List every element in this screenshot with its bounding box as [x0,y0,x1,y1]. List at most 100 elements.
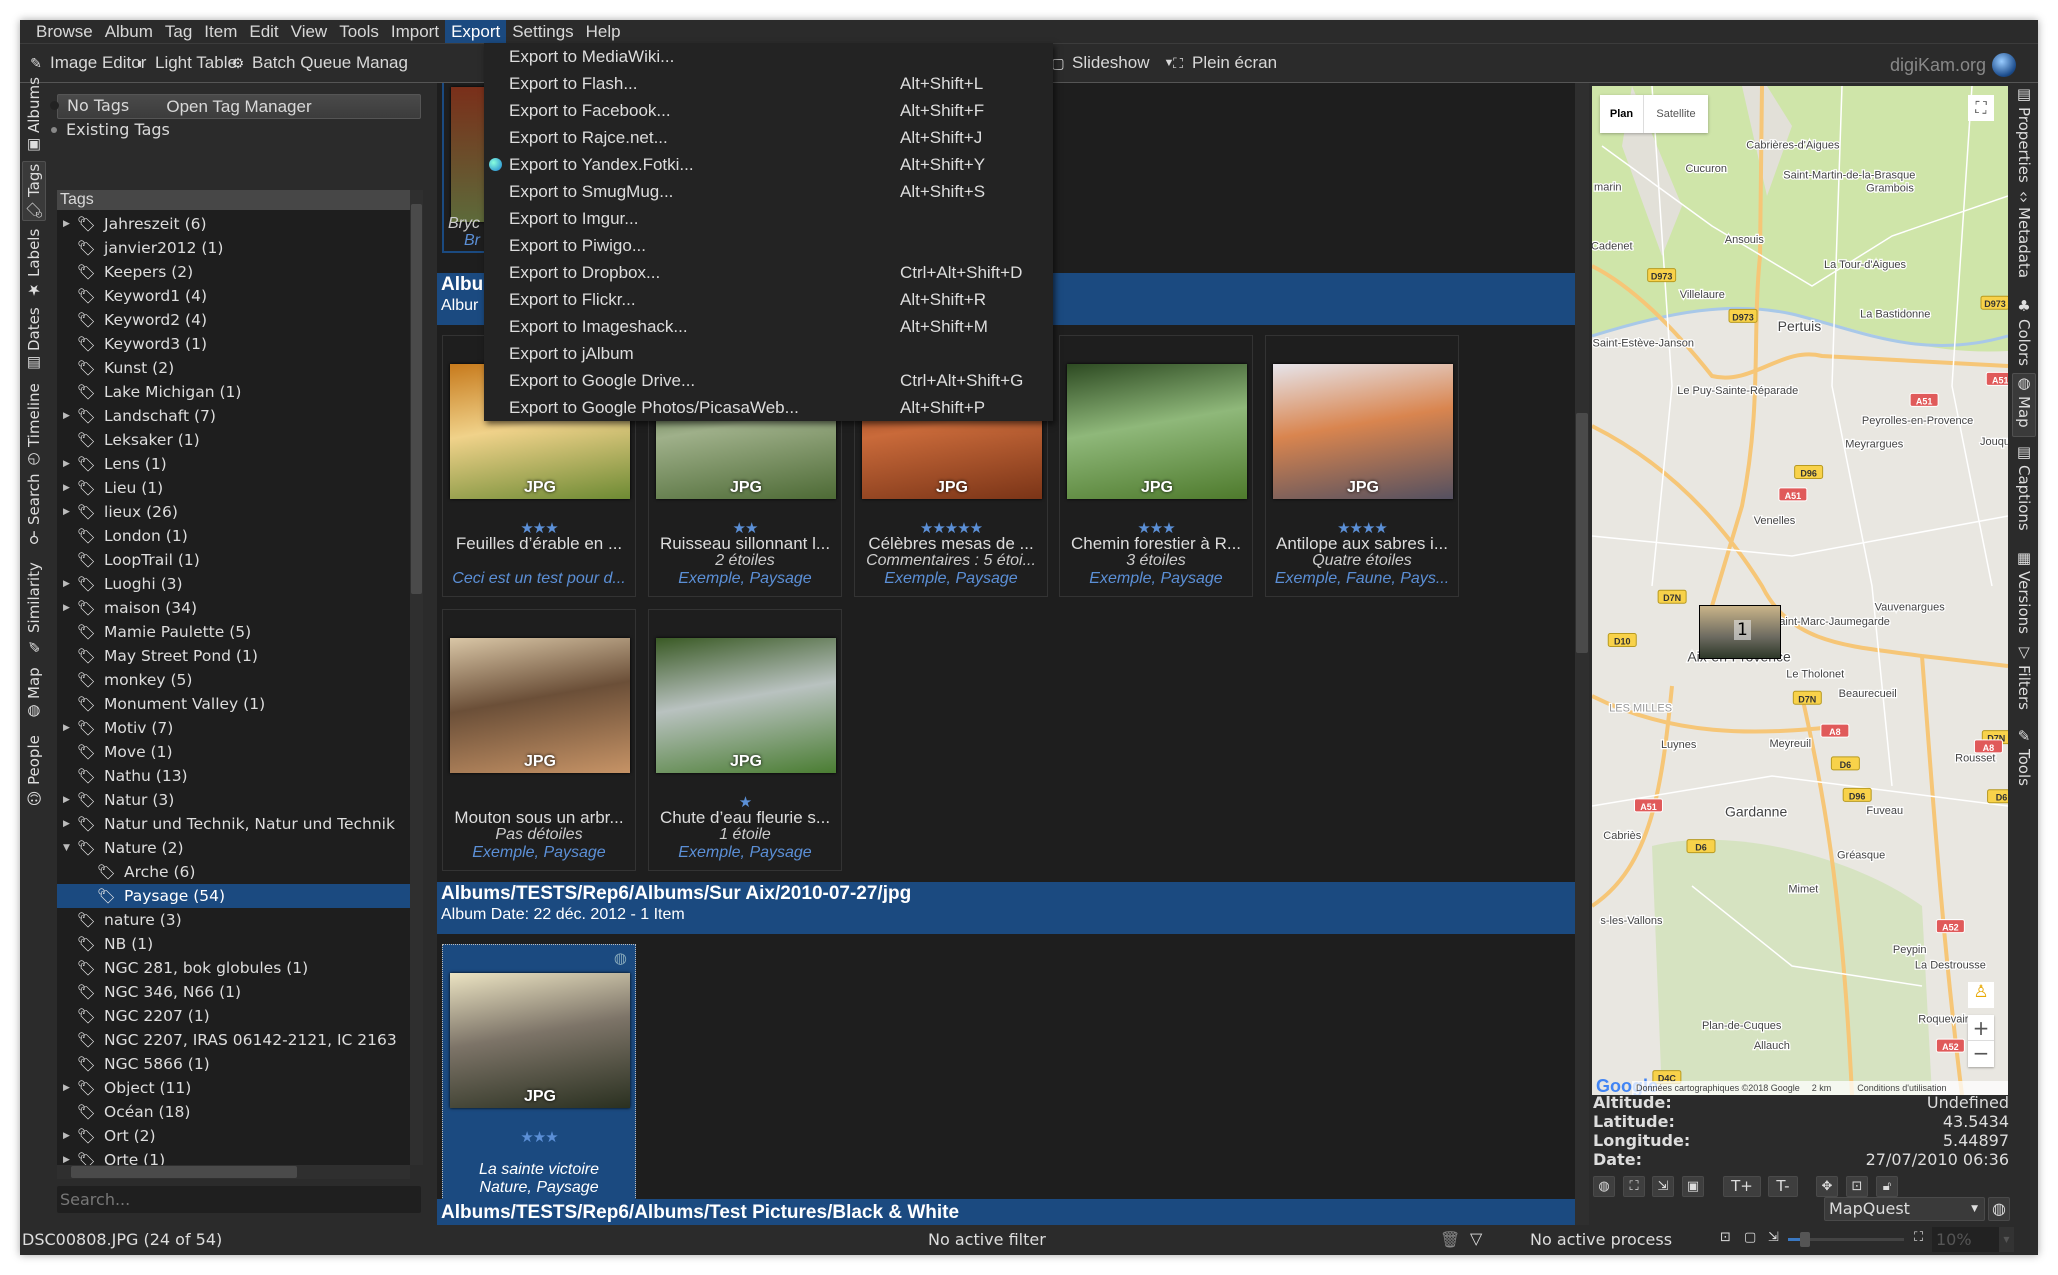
tag-item[interactable]: 🏷︎ Keyword3 (1) [57,332,412,356]
menu-album[interactable]: Album [99,20,159,43]
map-photo-marker[interactable]: 1 [1699,605,1781,659]
tag-item[interactable]: 🏷︎ Océan (18) [57,1100,412,1124]
scrollbar-thumb[interactable] [71,1166,297,1178]
tag-item[interactable]: 🏷︎ NGC 5866 (1) [57,1052,412,1076]
rating-stars[interactable]: ★★★ [443,1128,635,1146]
text-larger-button[interactable]: T+ [1723,1176,1761,1197]
menu-item[interactable]: Export to Flickr... Alt+Shift+R [484,286,1053,313]
menu-item[interactable]: Export to Facebook... Alt+Shift+F [484,97,1053,124]
tag-item[interactable]: ▶ 🏷︎ lieux (26) [57,500,412,524]
existing-tags-option[interactable]: Existing Tags [50,120,170,139]
left-tab-map[interactable]: ◍ Map [22,661,46,721]
thumbnail-card[interactable]: JPG ★★★★ Antilope aux sabres i... Quatre ét… [1265,335,1459,597]
menu-item[interactable]: Export to Dropbox... Ctrl+Alt+Shift+D [484,259,1053,286]
zoom-shrink-icon[interactable]: ⇲ [1768,1230,1779,1245]
tag-item[interactable]: ▶ 🏷︎ Lieu (1) [57,476,412,500]
tag-item[interactable]: 🏷︎ LoopTrail (1) [57,548,412,572]
album-header[interactable]: Albums/TESTS/Rep6/Albums/Test Pictures/B… [437,1199,1575,1225]
tag-item[interactable]: 🏷︎ May Street Pond (1) [57,644,412,668]
tag-item[interactable]: 🏷︎ NGC 281, bok globules (1) [57,956,412,980]
left-tab-search[interactable]: ⚲ Search [22,473,46,547]
menu-item[interactable]: Export to Yandex.Fotki... Alt+Shift+Y [484,151,1053,178]
right-tab-colors[interactable]: ♣ Colors [2012,297,2036,367]
tag-item[interactable]: 🏷︎ Kunst (2) [57,356,412,380]
menu-tools[interactable]: Tools [333,20,385,43]
tag-item[interactable]: 🏷︎ Move (1) [57,740,412,764]
light-table-button[interactable]: ◐ Light Table [133,53,237,73]
thumbnail-card[interactable]: JPG ★ Chute d’eau fleurie s... 1 étoile Exem… [648,609,842,871]
tag-item[interactable]: 🏷︎ janvier2012 (1) [57,236,412,260]
tag-item[interactable]: 🏷︎ monkey (5) [57,668,412,692]
zoom-in-button[interactable]: + [1968,1015,1994,1041]
zoom-100-icon[interactable]: ▢ [1744,1230,1756,1245]
right-tab-map[interactable]: ◍ Map [2012,373,2036,437]
menu-edit[interactable]: Edit [243,20,284,43]
tag-item[interactable]: ▶ 🏷︎ Lens (1) [57,452,412,476]
right-tab-metadata[interactable]: ‹› Metadata [2012,191,2036,291]
tag-item[interactable]: ▶ 🏷︎ Natur und Technik, Natur und Technik [57,812,412,836]
menu-item[interactable]: Export to Piwigo... [484,232,1053,259]
tag-search-input[interactable]: Search... [57,1186,421,1213]
image-editor-button[interactable]: ✎ Image Editor [28,53,146,73]
digikam-link[interactable]: digiKam.org [1890,53,2017,77]
map-provider-select[interactable]: MapQuest ▼ [1824,1197,1985,1221]
tag-item[interactable]: 🏷︎ Mamie Paulette (5) [57,620,412,644]
tag-item[interactable]: ▶ 🏷︎ Luoghi (3) [57,572,412,596]
menu-settings[interactable]: Settings [506,20,579,43]
tag-item[interactable]: 🏷︎ Paysage (54) [57,884,412,908]
tag-item[interactable]: 🏷︎ Keepers (2) [57,260,412,284]
zoom-fit-button[interactable]: ⛶ [1623,1176,1645,1197]
menu-item[interactable]: Export to Flash... Alt+Shift+L [484,70,1053,97]
left-tab-labels[interactable]: ★ Labels [22,227,46,299]
chevron-right-icon[interactable]: ▶ [63,219,70,229]
tag-item[interactable]: 🏷︎ Arche (6) [57,860,412,884]
zoom-slider[interactable] [1788,1232,1904,1247]
map-canvas[interactable]: Cabrières-d'Aigues Cucuron Saint-Martin-de… [1592,86,2008,1095]
zoom-out-button[interactable]: − [1968,1041,1994,1067]
tag-item[interactable]: 🏷︎ Monument Valley (1) [57,692,412,716]
chevron-down-icon[interactable]: ▼ [63,843,70,853]
chevron-right-icon[interactable]: ▶ [63,603,70,613]
thumbnail-card[interactable]: JPG ★★★ Chemin forestier à R... 3 étoiles Ex… [1059,335,1253,597]
chevron-right-icon[interactable]: ▶ [63,507,70,517]
tag-item[interactable]: ▶ 🏷︎ Orte (1) [57,1148,412,1165]
thumbnail-card[interactable]: JPG Mouton sous un arbr... Pas détoiles Exe… [442,609,636,871]
right-tab-tools[interactable]: ✎ Tools [2012,727,2036,789]
menu-item[interactable]: Export to Imgur... [484,205,1053,232]
left-tab-dates[interactable]: ▤ Dates [22,305,46,373]
scrollbar-thumb[interactable] [411,204,422,594]
show-thumbnails-button[interactable]: ▣ [1682,1176,1704,1197]
map-fullscreen-icon[interactable]: ⛶ [1968,95,1994,121]
chevron-right-icon[interactable]: ▶ [63,1155,70,1165]
map-type-satellite[interactable]: Satellite [1644,95,1708,133]
left-tab-similarity[interactable]: ✎ Similarity [22,553,46,655]
album-header[interactable]: Albums/TESTS/Rep6/Albums/Sur Aix/2010-07… [437,882,1575,934]
menu-item[interactable]: Export to jAlbum [484,340,1053,367]
tag-item[interactable]: ▼ 🏷︎ Nature (2) [57,836,412,860]
menu-item[interactable]: Export to Google Drive... Ctrl+Alt+Shift+… [484,367,1053,394]
tag-item[interactable]: 🏷︎ nature (3) [57,908,412,932]
fullscreen-button[interactable]: ⛶ Plein écran [1170,53,1277,73]
chevron-right-icon[interactable]: ▶ [63,459,70,469]
map-view[interactable]: Cabrières-d'Aigues Cucuron Saint-Martin-de… [1592,86,2008,1095]
right-tab-captions[interactable]: ▤ Captions [2012,443,2036,543]
filter-icon[interactable]: ▽ [1470,1229,1482,1248]
menu-tag[interactable]: Tag [159,20,198,43]
text-smaller-button[interactable]: T- [1768,1176,1798,1197]
tag-item[interactable]: 🏷︎ Leksaker (1) [57,428,412,452]
tag-tree-header[interactable]: Tags [57,190,412,210]
tag-item[interactable]: 🏷︎ NB (1) [57,932,412,956]
lock-button[interactable]: 🔓︎ [1876,1176,1898,1197]
tag-tree-hscrollbar[interactable] [57,1165,410,1179]
tag-item[interactable]: 🏷︎ NGC 346, N66 (1) [57,980,412,1004]
batch-queue-manager-button[interactable]: ⚙ Batch Queue Manag [230,53,408,73]
chevron-right-icon[interactable]: ▶ [63,723,70,733]
tag-item[interactable]: 🏷︎ NGC 2207 (1) [57,1004,412,1028]
map-settings-button[interactable]: ◍ [1988,1197,2010,1221]
right-tab-versions[interactable]: ▦ Versions [2012,549,2036,637]
zoom-selection-button[interactable]: ⇲ [1652,1176,1674,1197]
tag-item[interactable]: 🏷︎ Nathu (13) [57,764,412,788]
tag-tree-scrollbar[interactable] [410,190,423,1165]
thumbnail-card-selected[interactable]: ◍ JPG ★★★ La sainte victoire Nature, Pay… [442,944,636,1206]
menu-item[interactable]: Export to SmugMug... Alt+Shift+S [484,178,1053,205]
